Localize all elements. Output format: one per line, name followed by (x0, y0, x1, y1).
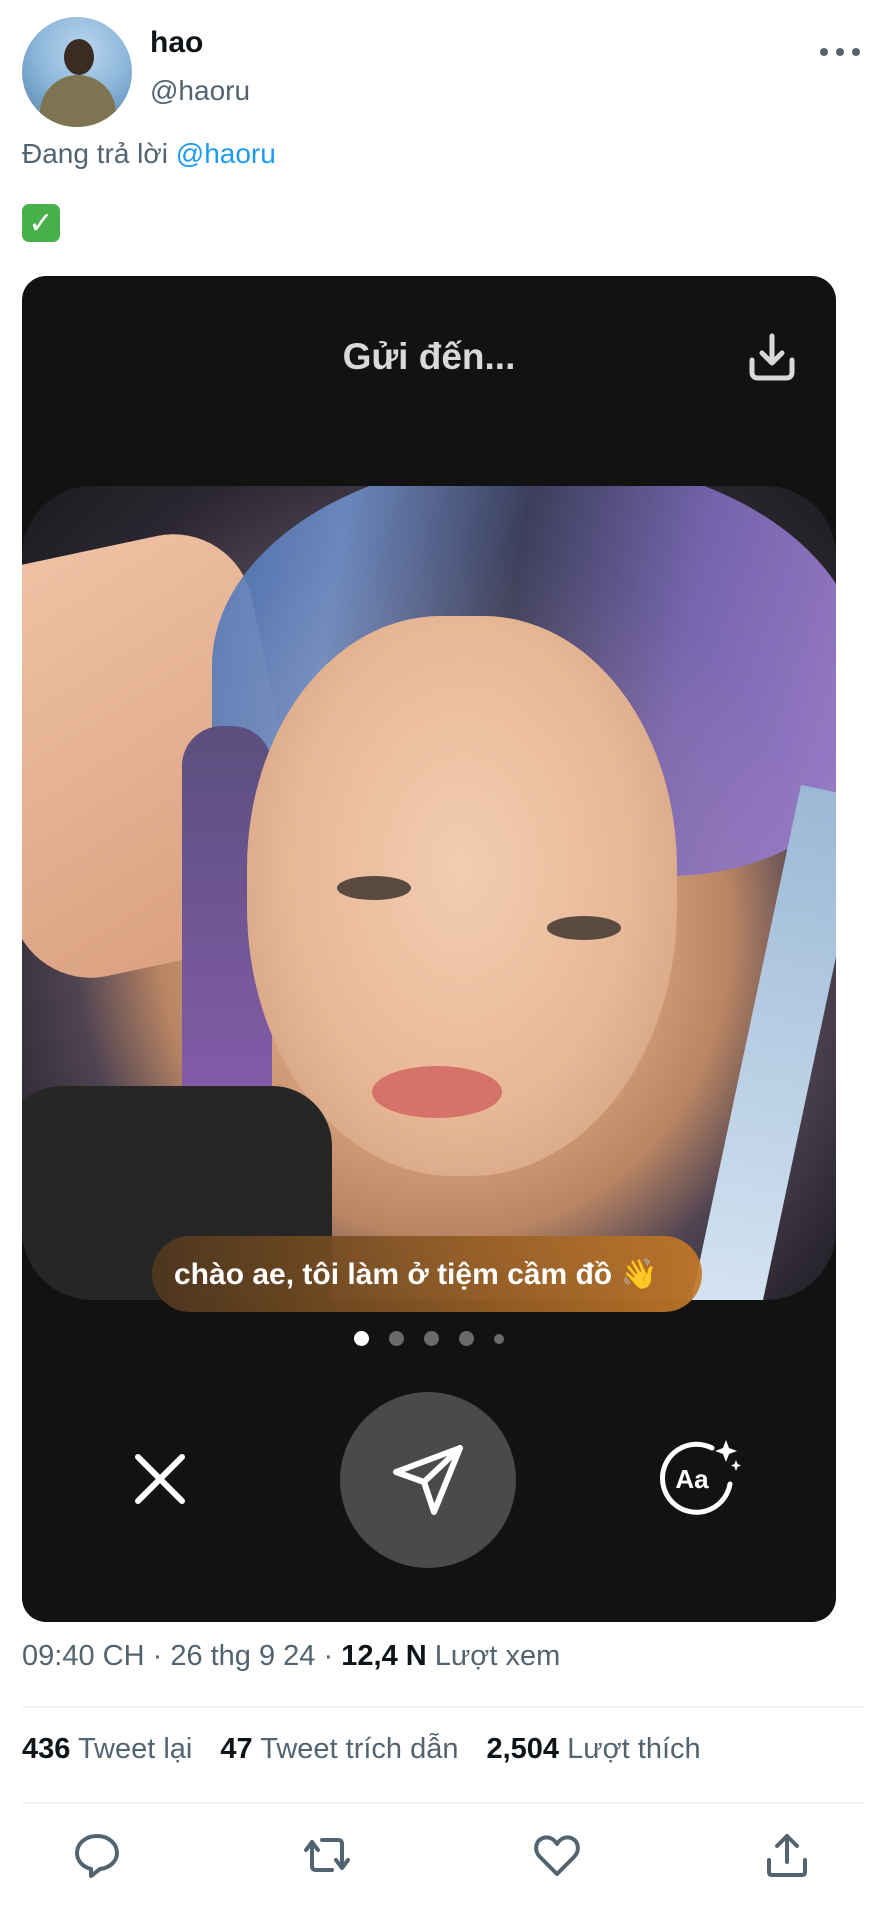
share-icon[interactable] (762, 1830, 812, 1880)
close-icon (135, 1454, 185, 1504)
replying-to-line: Đang trả lời @haoru (22, 138, 276, 170)
tweet-time[interactable]: 09:40 CH (22, 1640, 145, 1672)
download-icon (749, 333, 795, 381)
tweet-stats: 436 Tweet lại 47 Tweet trích dẫn 2,504 L… (22, 1733, 701, 1766)
selfie-photo (22, 486, 836, 1300)
quotes-count: 47 (220, 1733, 253, 1765)
reply-icon[interactable] (72, 1830, 122, 1880)
user-handle[interactable]: @haoru (150, 75, 250, 107)
send-button (340, 1392, 516, 1568)
avatar[interactable] (22, 17, 132, 127)
check-mark-emoji: ✓ (22, 204, 60, 242)
meta-separator: · (152, 1640, 163, 1672)
reply-prefix: Đang trả lời (22, 138, 168, 169)
quotes-stat[interactable]: 47 Tweet trích dẫn (220, 1733, 458, 1766)
likes-label: Lượt thích (567, 1733, 701, 1765)
media-title: Gửi đến... (342, 336, 516, 377)
page-dot (494, 1333, 504, 1344)
send-icon (393, 1445, 463, 1515)
tweet-meta: 09:40 CH · 26 thg 9 24 · 12,4 N Lượt xem (22, 1640, 560, 1673)
likes-stat[interactable]: 2,504 Lượt thích (486, 1733, 700, 1766)
tweet-date[interactable]: 26 thg 9 24 (170, 1640, 315, 1672)
views-count: 12,4 N (341, 1640, 427, 1672)
avatar-body (40, 75, 116, 127)
page-dot (459, 1331, 474, 1346)
page-dot (354, 1331, 369, 1346)
quotes-label: Tweet trích dẫn (260, 1733, 459, 1765)
action-bar (0, 1830, 886, 1890)
text-style-icon: Aa (660, 1440, 741, 1515)
photo-caption: chào ae, tôi làm ở tiệm cầm đồ 👋 (152, 1236, 702, 1312)
divider (22, 1706, 864, 1708)
likes-count: 2,504 (486, 1733, 560, 1765)
avatar-head (64, 39, 94, 75)
svg-text:Aa: Aa (675, 1464, 709, 1494)
meta-separator: · (323, 1640, 334, 1672)
reply-mention-link[interactable]: @haoru (176, 138, 276, 169)
page-dot (389, 1331, 404, 1346)
retweet-icon[interactable] (302, 1830, 352, 1880)
retweets-label: Tweet lại (77, 1733, 193, 1765)
divider (22, 1802, 864, 1804)
page-indicator (22, 1331, 836, 1346)
retweets-stat[interactable]: 436 Tweet lại (22, 1733, 192, 1766)
display-name[interactable]: hao (150, 26, 203, 60)
retweets-count: 436 (22, 1733, 71, 1765)
like-icon[interactable] (532, 1830, 582, 1880)
tweet-media-image[interactable]: Gửi đến... chào ae, tôi làm ở tiệm cầm đ… (22, 276, 836, 1622)
page-dot (424, 1331, 439, 1346)
views-label: Lượt xem (434, 1640, 561, 1672)
more-options-icon[interactable] (820, 40, 860, 64)
